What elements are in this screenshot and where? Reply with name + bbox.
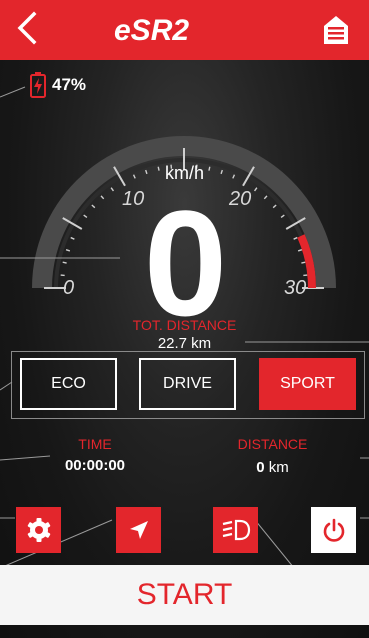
dashboard-screen: eSR2 47% km/h 0 0 10 20 30 TOT. DISTANCE… (0, 0, 369, 638)
power-icon (323, 518, 344, 542)
gear-icon (27, 518, 50, 542)
headlight-icon (222, 519, 250, 541)
settings-button[interactable] (16, 507, 61, 553)
headlight-button[interactable] (213, 507, 258, 553)
start-button[interactable]: START (0, 565, 369, 625)
navigation-arrow-icon (129, 521, 148, 539)
power-button[interactable] (311, 507, 356, 553)
navigation-button[interactable] (116, 507, 161, 553)
